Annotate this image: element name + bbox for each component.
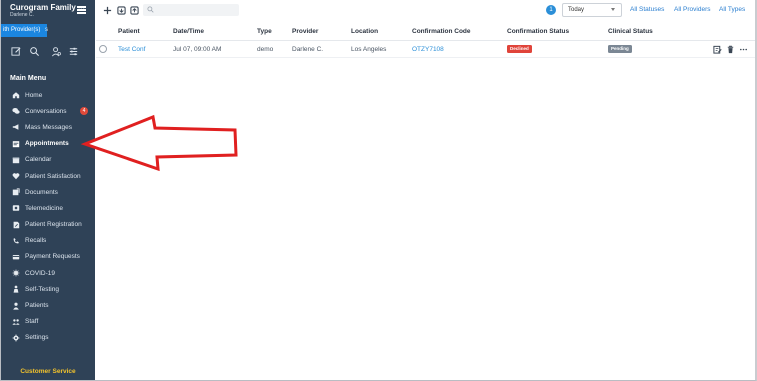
date-filter-value: Today	[568, 7, 585, 13]
clinical-status-badge: Pending	[608, 45, 632, 53]
sidebar-item-label: Telemedicine	[25, 204, 63, 212]
appointment-location: Los Angeles	[351, 46, 387, 53]
org-user: Darlene C.	[10, 12, 34, 18]
search-input[interactable]	[143, 4, 239, 16]
virus-icon	[11, 269, 20, 278]
status-filter-link[interactable]: All Statuses	[630, 6, 664, 13]
column-header-clinical-status[interactable]: Clinical Status	[608, 28, 653, 35]
sidebar-item-label: Settings	[25, 334, 49, 342]
calendar-icon	[11, 155, 20, 164]
payment-icon	[11, 252, 20, 261]
app-window: Curogram Family ... Darlene C. ith Provi…	[0, 0, 757, 381]
hamburger-menu-icon[interactable]	[77, 6, 86, 14]
chat-icon	[11, 107, 20, 116]
column-header-type[interactable]: Type	[257, 28, 272, 35]
sidebar-item-settings[interactable]: Settings	[1, 330, 95, 346]
sidebar-item-patient-registration[interactable]: Patient Registration	[1, 217, 95, 233]
sidebar-item-staff[interactable]: Staff	[1, 314, 95, 330]
more-options-icon[interactable]	[738, 44, 748, 54]
heart-icon	[11, 172, 20, 181]
appointment-datetime: Jul 07, 09:00 AM	[173, 46, 222, 53]
sidebar-item-label: Staff	[25, 318, 39, 326]
sidebar-item-label: Conversations	[25, 107, 67, 115]
export-icon[interactable]	[129, 5, 139, 15]
column-header-provider[interactable]: Provider	[292, 28, 318, 35]
type-filter-link[interactable]: All Types	[719, 6, 745, 13]
appointments-icon	[11, 139, 20, 148]
org-name[interactable]: Curogram Family ...	[10, 3, 85, 12]
import-icon[interactable]	[116, 5, 126, 15]
sidebar-item-home[interactable]: Home	[1, 87, 95, 103]
telemedicine-icon	[11, 204, 20, 213]
sidebar-item-label: Calendar	[25, 156, 52, 164]
confirmation-status-badge: Declined	[507, 45, 532, 53]
sidebar-item-label: Appointments	[25, 140, 69, 148]
patients-icon	[11, 301, 20, 310]
table-header: Patient Date/Time Type Provider Location…	[96, 22, 755, 41]
sidebar-item-documents[interactable]: Documents	[1, 184, 95, 200]
sidebar-item-label: Payment Requests	[25, 253, 80, 261]
top-toolbar: 1 Today All Statuses All Providers All T…	[96, 0, 755, 22]
patient-link[interactable]: Test Conf	[118, 46, 145, 53]
column-header-location[interactable]: Location	[351, 28, 378, 35]
sidebar-item-label: Documents	[25, 188, 58, 196]
sidebar-item-label: Mass Messages	[25, 123, 72, 131]
staff-icon	[11, 317, 20, 326]
compose-icon[interactable]	[9, 44, 23, 58]
sidebar-item-label: Patient Registration	[25, 221, 82, 229]
main-menu-heading: Main Menu	[10, 75, 47, 82]
row-select-radio[interactable]	[99, 45, 107, 53]
sidebar-item-label: Patient Satisfaction	[25, 172, 81, 180]
gear-icon	[11, 333, 20, 342]
user-search-icon[interactable]	[49, 44, 63, 58]
sidebar-item-covid-19[interactable]: COVID-19	[1, 265, 95, 281]
self-testing-icon	[11, 285, 20, 294]
sidebar-item-payment-requests[interactable]: Payment Requests	[1, 249, 95, 265]
chevron-down-icon	[611, 8, 615, 11]
date-filter-select[interactable]: Today	[562, 3, 622, 17]
appointment-type: demo	[257, 46, 274, 53]
provider-filter-link[interactable]: All Providers	[674, 6, 710, 13]
appointments-table: Patient Date/Time Type Provider Location…	[96, 22, 755, 58]
sidebar-item-telemedicine[interactable]: Telemedicine	[1, 200, 95, 216]
search-icon[interactable]	[27, 44, 41, 58]
sidebar-item-label: COVID-19	[25, 269, 55, 277]
recalls-icon	[11, 236, 20, 245]
column-header-datetime[interactable]: Date/Time	[173, 28, 204, 35]
sidebar-item-label: Patients	[25, 302, 49, 310]
confirmation-code[interactable]: OTZY7108	[412, 46, 444, 53]
filter-sliders-icon[interactable]	[66, 44, 80, 58]
registration-icon	[11, 220, 20, 229]
add-icon[interactable]	[102, 5, 112, 15]
search-icon	[147, 6, 154, 13]
column-header-confirmation-code[interactable]: Confirmation Code	[412, 28, 471, 35]
trash-icon[interactable]	[725, 44, 735, 54]
sidebar-item-patients[interactable]: Patients	[1, 297, 95, 313]
provider-filter-tail: s	[45, 27, 48, 33]
column-header-confirmation-status[interactable]: Confirmation Status	[507, 28, 569, 35]
red-arrow-annotation	[81, 114, 238, 172]
sidebar: Curogram Family ... Darlene C. ith Provi…	[1, 0, 95, 380]
sidebar-item-self-testing[interactable]: Self-Testing	[1, 281, 95, 297]
megaphone-icon	[11, 123, 20, 132]
sidebar-item-recalls[interactable]: Recalls	[1, 233, 95, 249]
home-icon	[11, 91, 20, 100]
sidebar-tools	[9, 44, 89, 58]
sidebar-item-label: Home	[25, 91, 43, 99]
edit-note-icon[interactable]	[712, 44, 722, 54]
appointment-provider: Darlene C.	[292, 46, 324, 53]
sidebar-item-label: Self-Testing	[25, 285, 59, 293]
documents-icon	[11, 188, 20, 197]
sidebar-item-label: Recalls	[25, 237, 47, 245]
provider-filter-badge[interactable]: ith Provider(s)	[1, 24, 47, 37]
customer-service-link[interactable]: Customer Service	[1, 368, 95, 375]
active-filter-count[interactable]: 1	[546, 5, 556, 15]
sidebar-header[interactable]: Curogram Family ... Darlene C.	[1, 0, 95, 22]
table-row[interactable]: Test Conf Jul 07, 09:00 AM demo Darlene …	[96, 41, 755, 58]
column-header-patient[interactable]: Patient	[118, 28, 140, 35]
